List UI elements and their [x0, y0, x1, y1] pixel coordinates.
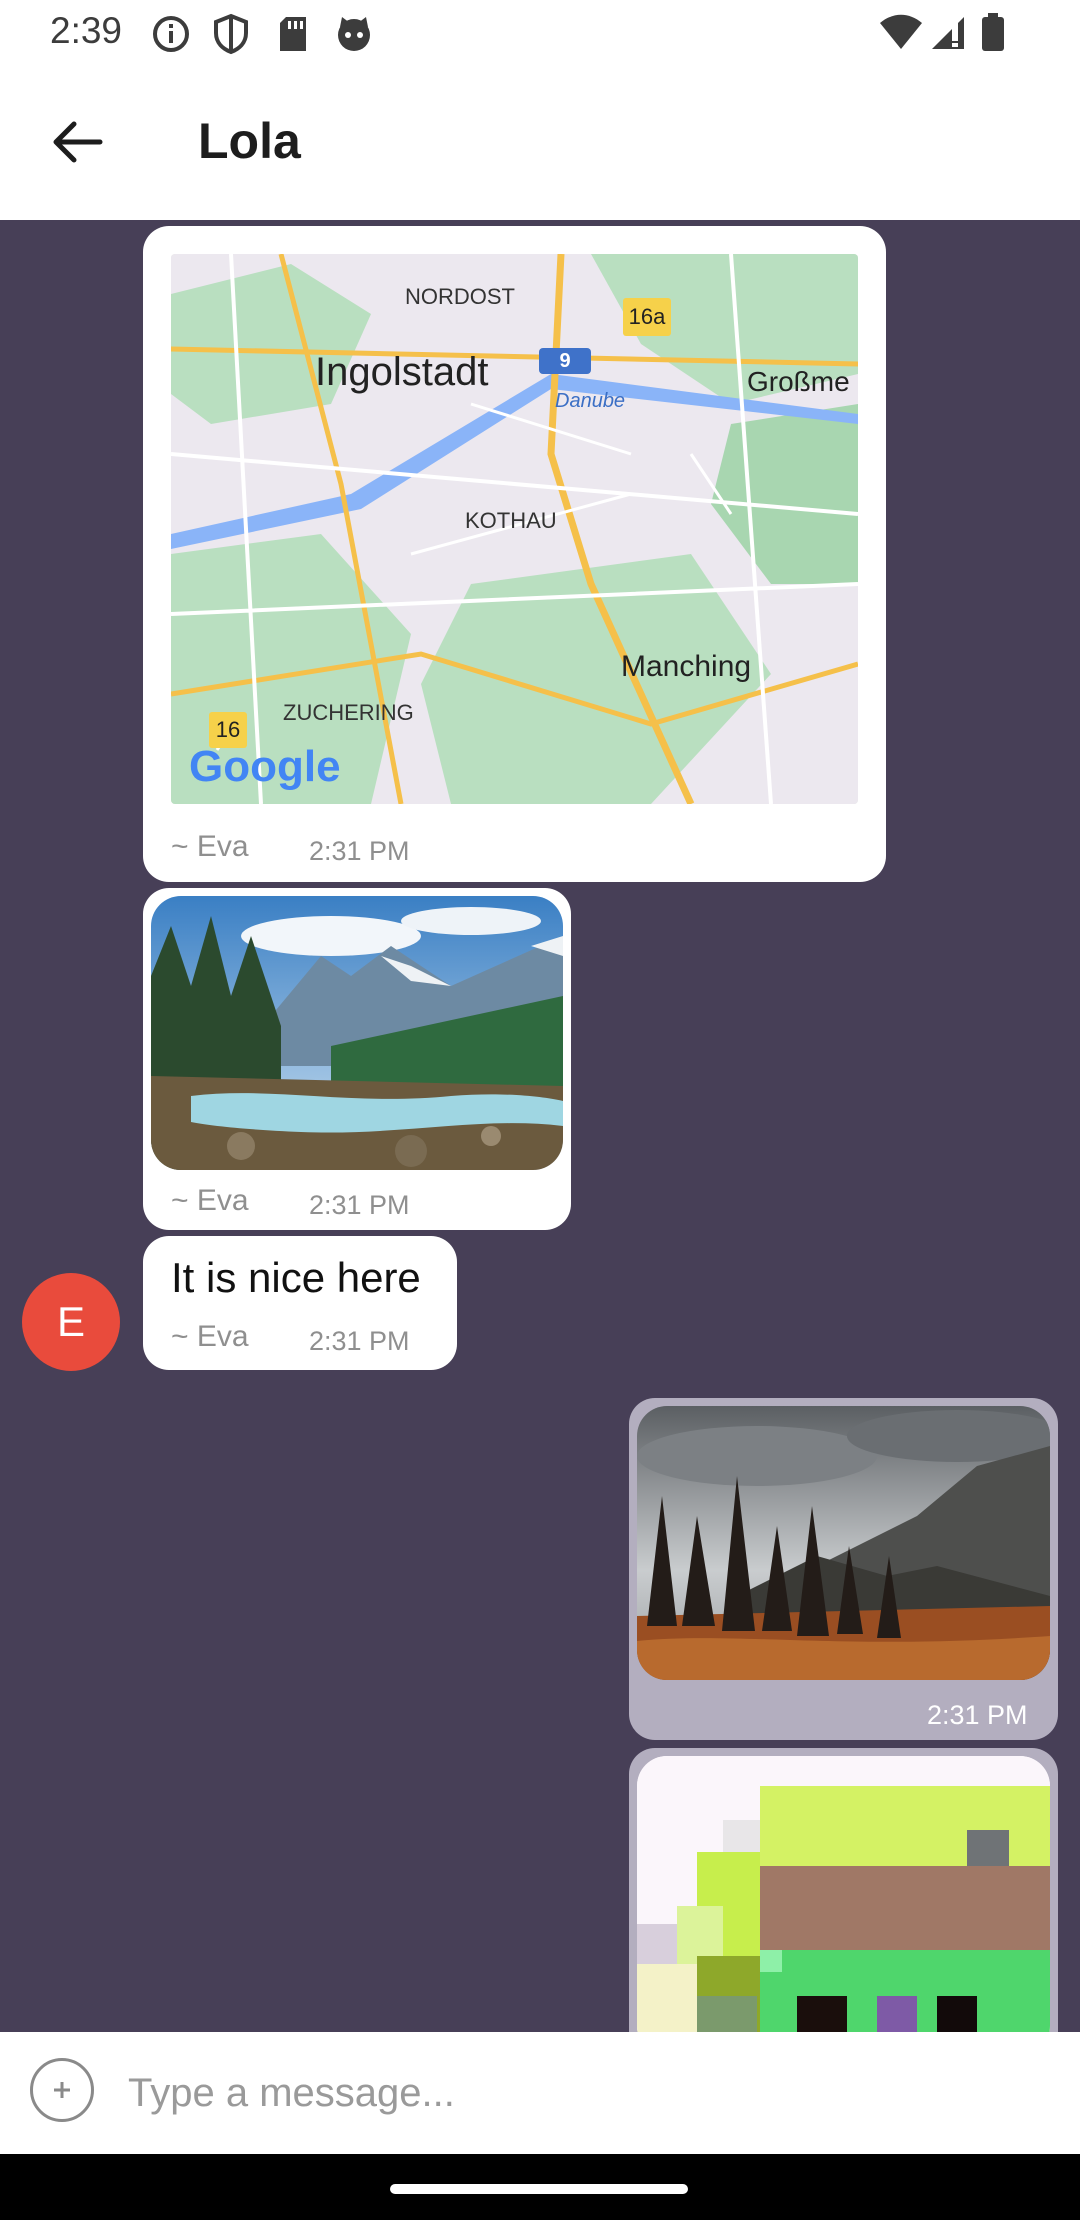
status-bar: 2:39	[0, 0, 1080, 66]
map-route-9-badge: 9	[539, 348, 591, 374]
sender-avatar[interactable]: E	[22, 1273, 120, 1371]
system-nav-bar	[0, 2154, 1080, 2220]
google-logo: Google	[189, 742, 341, 791]
message-sender: ~ Eva	[171, 830, 249, 863]
outgoing-photo-bubble[interactable]: 2:31 PM	[629, 1398, 1058, 1740]
message-time: 2:31 PM	[309, 1326, 410, 1356]
map-label-zuchering: ZUCHERING	[283, 700, 414, 725]
battery-icon	[982, 13, 1004, 51]
message-text: It is nice here	[171, 1254, 421, 1301]
add-attachment-button[interactable]	[30, 2058, 94, 2122]
message-input[interactable]	[126, 2060, 1030, 2126]
photo-message-bubble[interactable]: ~ Eva 2:31 PM	[143, 888, 571, 1230]
status-time: 2:39	[50, 10, 123, 51]
home-gesture-handle[interactable]	[390, 2184, 688, 2194]
shield-icon	[214, 13, 248, 55]
map-label-manching: Manching	[621, 650, 752, 683]
chat-title: Lola	[198, 113, 301, 169]
app-bar: Lola	[0, 66, 1080, 220]
map-label-grossme: Großme	[747, 366, 850, 397]
sd-card-icon	[280, 17, 306, 51]
mountain-river-photo[interactable]	[151, 896, 563, 1170]
map-label-ingolstadt: Ingolstadt	[315, 350, 489, 394]
map-route-16a-badge: 16a	[623, 298, 671, 336]
info-icon	[153, 16, 189, 52]
dark-forest-mountain-photo[interactable]	[637, 1406, 1050, 1680]
message-sender: ~ Eva	[171, 1184, 249, 1217]
text-message-bubble[interactable]: It is nice here ~ Eva 2:31 PM	[143, 1236, 457, 1370]
map-message-bubble[interactable]: NORDOST Ingolstadt Danube Großme KOTHAU …	[143, 226, 886, 882]
message-time: 2:31 PM	[309, 836, 410, 866]
map-label-nordost: NORDOST	[405, 284, 515, 309]
map-image[interactable]: NORDOST Ingolstadt Danube Großme KOTHAU …	[171, 254, 858, 804]
map-label-kothau: KOTHAU	[465, 508, 557, 533]
message-time: 2:31 PM	[309, 1190, 410, 1220]
message-composer	[0, 2032, 1080, 2154]
plus-icon	[54, 2082, 70, 2098]
outgoing-image-bubble[interactable]	[629, 1748, 1058, 2032]
message-list[interactable]: NORDOST Ingolstadt Danube Großme KOTHAU …	[0, 220, 1080, 2032]
pixel-art-image[interactable]	[637, 1756, 1050, 2032]
message-time: 2:31 PM	[927, 1700, 1028, 1730]
cat-face-icon	[338, 17, 370, 51]
back-arrow-icon[interactable]	[46, 110, 110, 174]
wifi-icon	[880, 14, 922, 49]
message-sender: ~ Eva	[171, 1320, 249, 1353]
map-label-danube: Danube	[555, 390, 626, 412]
signal-icon	[932, 17, 964, 49]
